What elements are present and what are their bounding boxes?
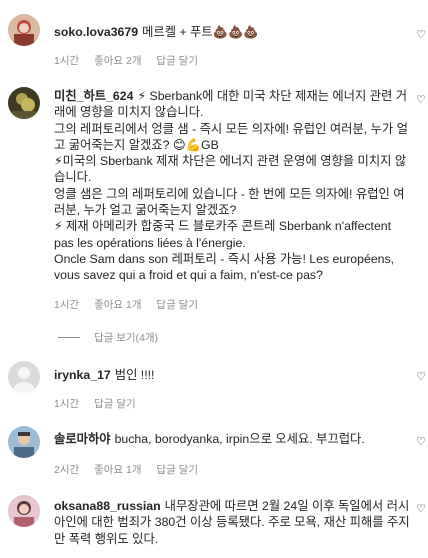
- heart-icon[interactable]: ♡: [416, 30, 426, 41]
- comment-text: bucha, borodyanka, irpin으로 오세요. 부끄럽다.: [114, 432, 365, 446]
- comment-time: 1시간: [54, 55, 80, 67]
- comment-username[interactable]: 솔로마하야: [54, 432, 111, 446]
- likes-count[interactable]: 좋아요 1개: [94, 299, 141, 311]
- comment-username[interactable]: 미친_하트_624: [54, 89, 133, 103]
- likes-count[interactable]: 좋아요 1개: [94, 464, 141, 476]
- view-replies-label: 답글 보기(4개): [94, 332, 159, 344]
- comment-time: 1시간: [54, 299, 80, 311]
- reply-button[interactable]: 답글 달기: [94, 398, 136, 410]
- view-replies-button[interactable]: 답글 보기(4개): [58, 330, 158, 345]
- heart-icon[interactable]: ♡: [416, 437, 426, 448]
- comment-item: soko.lova3679 메르켈 + 푸트💩💩💩 ♡ 1시간 좋아요 2개 답글…: [0, 0, 428, 80]
- comment-text: 범인 !!!!: [114, 368, 155, 382]
- divider: [58, 337, 80, 338]
- comment-item: oksana88_russian 내무장관에 따르면 2월 24일 이후 독일에서…: [0, 488, 428, 558]
- comment-username[interactable]: oksana88_russian: [54, 499, 161, 513]
- avatar[interactable]: [8, 14, 40, 46]
- avatar[interactable]: [8, 426, 40, 458]
- reply-button[interactable]: 답글 달기: [156, 299, 198, 311]
- heart-icon[interactable]: ♡: [416, 504, 426, 515]
- comment-item: 솔로마하야 bucha, borodyanka, irpin으로 오세요. 부끄럽…: [0, 420, 428, 482]
- avatar[interactable]: [8, 361, 40, 393]
- avatar[interactable]: [8, 87, 40, 119]
- comment-text: ⚡ Sberbank에 대한 미국 차단 제재는 에너지 관련 거래에 영향을 …: [54, 89, 408, 283]
- comment-item: 미친_하트_624 ⚡ Sberbank에 대한 미국 차단 제재는 에너지 관련…: [0, 80, 428, 350]
- comment-text: 메르켈 + 푸트💩💩💩: [142, 25, 259, 39]
- reply-button[interactable]: 답글 달기: [156, 55, 198, 67]
- comment-item: irynka_17 범인 !!!! ♡ 1시간 답글 달기: [0, 355, 428, 415]
- comment-time: 1시간: [54, 398, 80, 410]
- likes-count[interactable]: 좋아요 2개: [94, 55, 141, 67]
- comment-username[interactable]: soko.lova3679: [54, 25, 138, 39]
- reply-button[interactable]: 답글 달기: [156, 464, 198, 476]
- comment-username[interactable]: irynka_17: [54, 368, 111, 382]
- avatar[interactable]: [8, 495, 40, 527]
- heart-icon[interactable]: ♡: [416, 372, 426, 383]
- heart-icon[interactable]: ♡: [416, 95, 426, 106]
- comment-time: 2시간: [54, 464, 80, 476]
